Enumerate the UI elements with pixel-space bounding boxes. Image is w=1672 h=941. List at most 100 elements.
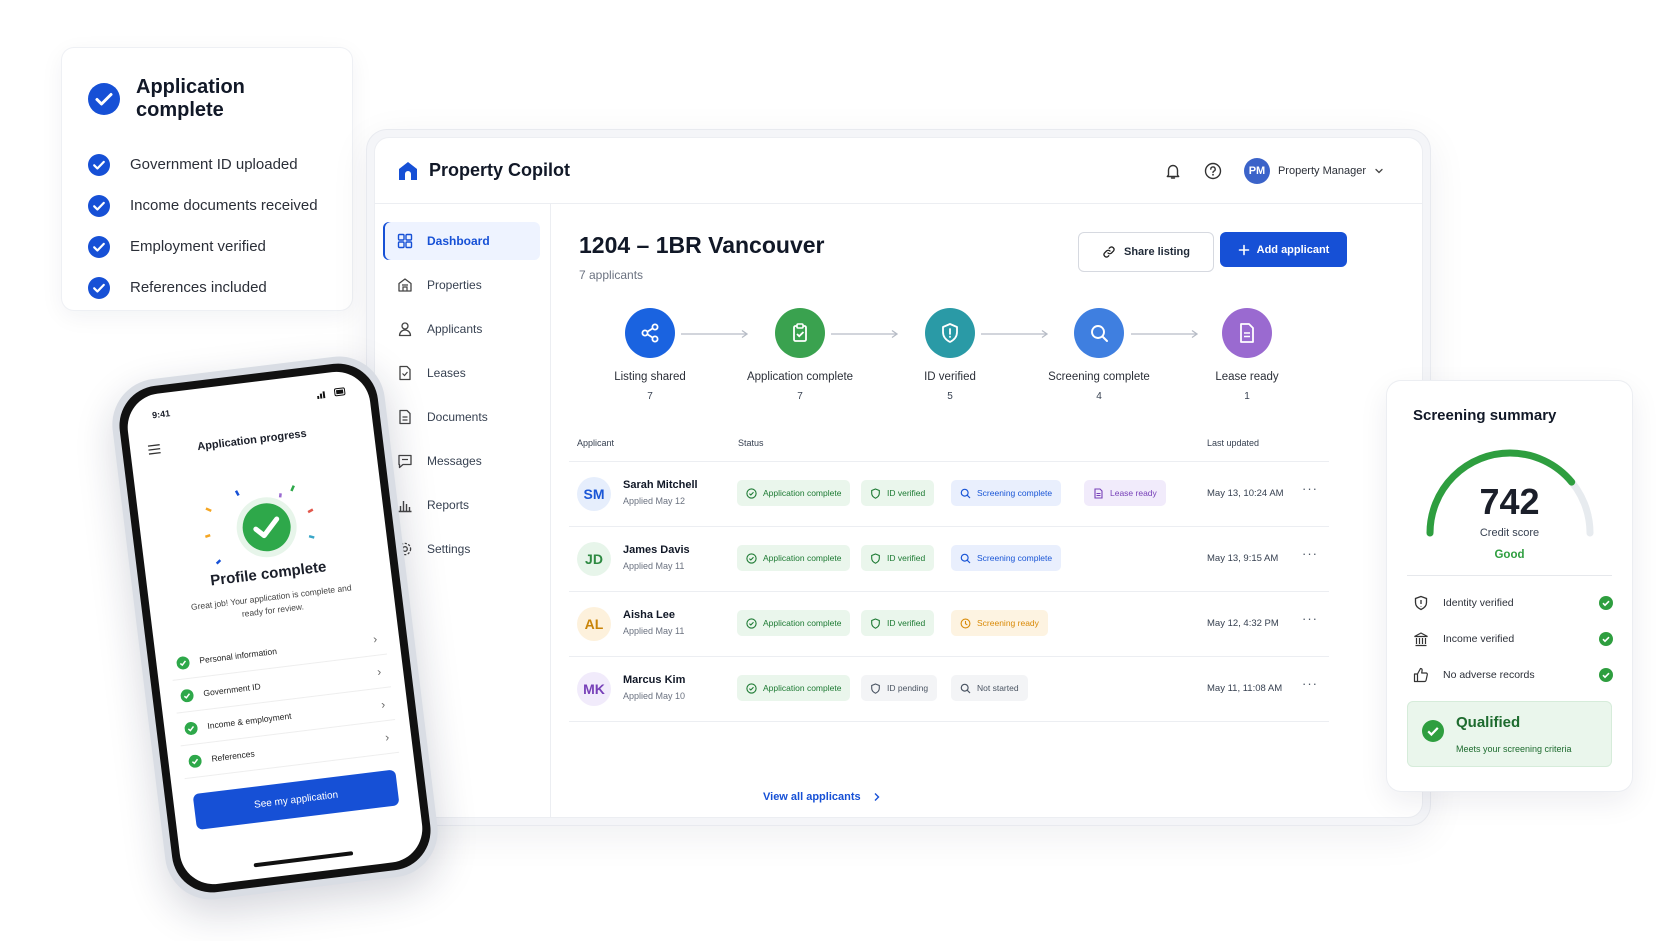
pipeline-step-lease-ready[interactable]: Lease ready 1 (1172, 308, 1322, 402)
check-circle-icon (746, 552, 757, 564)
share-listing-label: Share listing (1123, 246, 1191, 258)
table-row[interactable]: MK Marcus Kim Applied May 10 Application… (569, 657, 1329, 722)
phone-progress-list: Personal information › Government ID › I… (168, 621, 400, 780)
user-icon (397, 321, 413, 337)
avatar: JD (577, 542, 611, 576)
shield-icon (870, 617, 881, 629)
sidebar-item-label: Applicants (427, 322, 483, 336)
status-badge: Not started (951, 675, 1028, 701)
list-item-label: Personal information (198, 645, 278, 666)
status-badge: Screening ready (951, 610, 1048, 636)
pipeline-step-application-complete[interactable]: Application complete 7 (725, 308, 875, 402)
step-label: Lease ready (1215, 371, 1279, 383)
last-updated: May 13, 9:15 AM (1207, 553, 1279, 564)
sidebar-item-reports[interactable]: Reports (383, 486, 540, 524)
sidebar-item-leases[interactable]: Leases (383, 354, 540, 392)
applied-date: Applied May 12 (623, 496, 686, 506)
check-circle-icon (88, 235, 110, 258)
list-item-label: References (210, 748, 256, 764)
check-circle-icon (746, 617, 757, 629)
more-options-icon[interactable]: ··· (1302, 611, 1318, 626)
add-applicant-button[interactable]: Add applicant (1220, 232, 1347, 267)
chevron-right-icon: › (380, 697, 386, 712)
top-bar-actions: PM Property Manager (1164, 138, 1384, 204)
application-checklist-card: Application complete Government ID uploa… (62, 48, 352, 310)
search-icon (960, 683, 971, 694)
pipeline-step-id-verified[interactable]: ID verified 5 (875, 308, 1025, 402)
credit-score-rating: Good (1494, 549, 1525, 561)
brand[interactable]: Property Copilot (397, 160, 570, 182)
shield-icon (925, 308, 975, 358)
checklist-title: Application complete (136, 76, 245, 121)
view-all-applicants-link[interactable]: View all applicants (763, 791, 881, 803)
bank-icon (1413, 631, 1429, 647)
check-circle-icon (88, 153, 110, 176)
shield-icon (870, 487, 881, 499)
check-circle-icon (188, 753, 202, 768)
pipeline-step-screening-complete[interactable]: Screening complete 4 (1024, 308, 1174, 402)
table-row[interactable]: AL Aisha Lee Applied May 11 Application … (569, 592, 1329, 657)
status-text: ID verified (887, 553, 926, 563)
applicant-count: 7 applicants (579, 268, 644, 282)
table-row[interactable]: JD James Davis Applied May 11 Applicatio… (569, 527, 1329, 592)
status-badge: Application complete (737, 610, 851, 636)
search-icon (1074, 308, 1124, 358)
bell-icon[interactable] (1164, 162, 1182, 180)
sidebar-item-messages[interactable]: Messages (383, 442, 540, 480)
status-text: Not started (977, 683, 1019, 693)
pipeline-step-listing-shared[interactable]: Listing shared 7 (575, 308, 725, 402)
more-options-icon[interactable]: ··· (1302, 481, 1318, 496)
help-icon[interactable] (1204, 162, 1222, 180)
applicant-name: Aisha Lee (623, 609, 675, 621)
dashboard-window: Property Copilot PM Property Manager Das… (375, 138, 1422, 817)
shield-icon (1413, 595, 1429, 611)
status-text: Lease ready (1110, 488, 1157, 498)
sidebar-item-documents[interactable]: Documents (383, 398, 540, 436)
chevron-down-icon (1374, 166, 1384, 176)
status-text: Application complete (763, 618, 842, 628)
search-icon (960, 488, 971, 499)
checklist-item-label: Income documents received (130, 197, 318, 214)
share-listing-button[interactable]: Share listing (1078, 232, 1214, 272)
table-row[interactable]: SM Sarah Mitchell Applied May 12 Applica… (569, 462, 1329, 527)
sidebar-item-properties[interactable]: Properties (383, 266, 540, 304)
shield-icon (870, 552, 881, 564)
signal-battery-icon (316, 387, 347, 400)
sidebar-item-applicants[interactable]: Applicants (383, 310, 540, 348)
sidebar-item-label: Properties (427, 278, 482, 292)
applied-date: Applied May 11 (623, 561, 685, 571)
screening-title: Screening summary (1413, 407, 1557, 424)
see-my-application-button[interactable]: See my application (192, 769, 400, 831)
sidebar-item-label: Settings (427, 542, 471, 556)
last-updated: May 13, 10:24 AM (1207, 488, 1284, 499)
status-badge: ID verified (861, 545, 935, 571)
step-count: 5 (947, 391, 953, 402)
more-options-icon[interactable]: ··· (1302, 676, 1318, 691)
sidebar-item-settings[interactable]: Settings (383, 530, 540, 568)
sidebar-item-dashboard[interactable]: Dashboard (383, 222, 540, 260)
check-circle-icon (1422, 720, 1444, 742)
more-options-icon[interactable]: ··· (1302, 546, 1318, 561)
column-status: Status (738, 438, 764, 448)
step-count: 1 (1244, 391, 1250, 402)
screening-check-identity: Identity verified (1413, 592, 1613, 614)
step-label: ID verified (924, 371, 976, 383)
sidebar-item-label: Leases (427, 366, 466, 380)
user-name: Property Manager (1277, 165, 1366, 177)
checklist-item-label: References included (130, 279, 267, 296)
status-badge: Application complete (737, 675, 851, 701)
applicant-name: James Davis (623, 544, 690, 556)
check-label: Identity verified (1443, 597, 1514, 609)
step-count: 4 (1096, 391, 1102, 402)
user-menu[interactable]: PM Property Manager (1243, 158, 1384, 184)
message-icon (397, 453, 413, 469)
status-text: ID verified (887, 488, 926, 498)
applicant-name: Marcus Kim (623, 674, 686, 686)
qualified-note: Meets your screening criteria (1456, 744, 1572, 754)
thumbs-up-icon (1413, 667, 1429, 683)
step-count: 7 (647, 391, 653, 402)
screening-check-records: No adverse records (1413, 664, 1613, 686)
applied-date: Applied May 10 (623, 691, 686, 701)
check-circle-icon (1599, 596, 1613, 610)
check-label: Income verified (1443, 633, 1515, 645)
